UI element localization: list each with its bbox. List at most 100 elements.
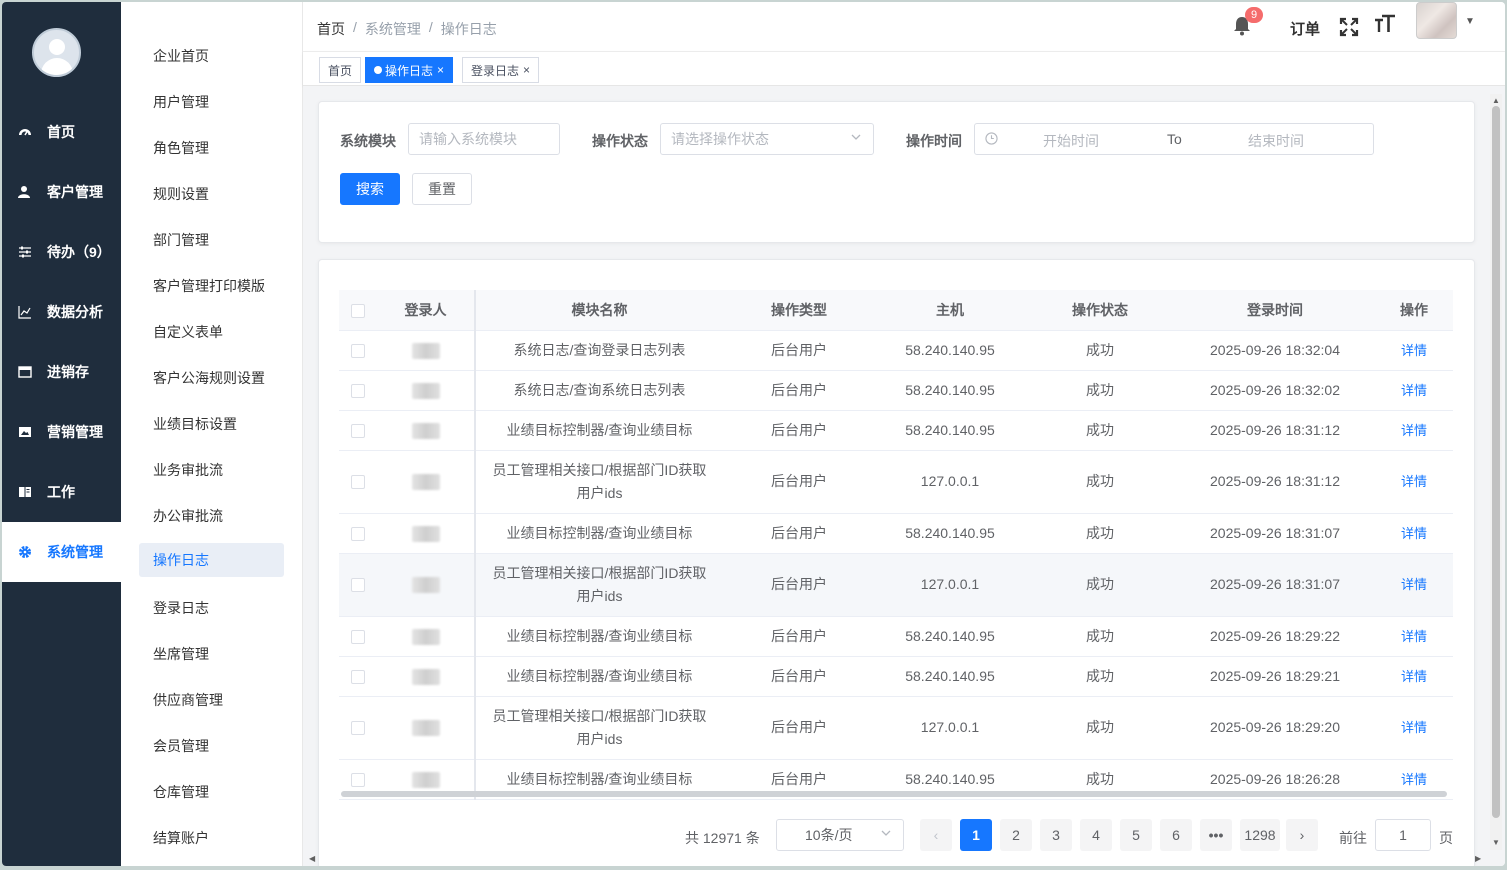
prev-page-button[interactable]: ‹ [920,819,952,851]
row-checkbox[interactable] [351,721,365,736]
row-checkbox[interactable] [351,669,365,684]
column-header: 操作类型 [723,290,875,331]
page-button[interactable]: 6 [1160,819,1192,851]
detail-link[interactable]: 详情 [1401,526,1427,541]
row-checkbox[interactable] [351,526,365,541]
submenu-item[interactable]: 结算账户 [139,821,284,855]
tab-home[interactable]: 首页 [319,57,362,83]
submenu-item[interactable]: 会员管理 [139,729,284,763]
scrollbar-thumb[interactable] [1492,106,1500,818]
submenu-item[interactable]: 规则设置 [139,177,284,211]
cell-host: 58.240.140.95 [875,410,1025,451]
table-horizontal-scrollbar[interactable] [341,791,1447,797]
detail-link[interactable]: 详情 [1401,343,1427,358]
user-avatar[interactable] [1416,2,1457,39]
reset-button[interactable]: 重置 [412,173,472,205]
detail-link[interactable]: 详情 [1401,629,1427,644]
sidebar-item-todo[interactable]: 待办（9） [2,222,121,282]
page-button[interactable]: 1 [960,819,992,851]
detail-link[interactable]: 详情 [1401,669,1427,684]
submenu-item[interactable]: 部门管理 [139,223,284,257]
sidebar-item-customers[interactable]: 客户管理 [2,162,121,222]
order-link[interactable]: 订单 [1290,18,1320,39]
page-button[interactable]: 3 [1040,819,1072,851]
page-button[interactable]: 2 [1000,819,1032,851]
range-separator: To [1167,131,1182,147]
sidebar-item-inventory[interactable]: 进销存 [2,342,121,402]
submenu-item[interactable]: 办公审批流 [139,499,284,533]
more-pages-button[interactable]: ••• [1200,819,1232,851]
table-row: 业绩目标控制器/查询业绩目标 后台用户 58.240.140.95 成功 202… [339,513,1453,554]
row-checkbox[interactable] [351,383,365,398]
sidebar-item-home[interactable]: 首页 [2,102,121,162]
next-page-button[interactable]: › [1286,819,1318,851]
tab-operation-log[interactable]: 操作日志 × [365,57,454,83]
scroll-down-icon[interactable]: ▼ [1492,838,1500,847]
page-button[interactable]: 5 [1120,819,1152,851]
row-checkbox[interactable] [351,343,365,358]
row-checkbox[interactable] [351,578,365,593]
fullscreen-icon[interactable] [1339,17,1359,37]
submenu-item-active[interactable]: 操作日志 [139,543,284,577]
page-button[interactable]: 1298 [1240,819,1280,851]
scroll-right-icon[interactable]: ▶ [1475,854,1481,863]
submenu-item[interactable]: 仓库管理 [139,775,284,809]
submenu-item[interactable]: 角色管理 [139,131,284,165]
sidebar-item-analytics[interactable]: 数据分析 [2,282,121,342]
submenu-item[interactable]: 供应商管理 [139,683,284,717]
page-button[interactable]: 4 [1080,819,1112,851]
start-date-placeholder[interactable]: 开始时间 [1043,131,1099,151]
search-button[interactable]: 搜索 [340,173,400,205]
window-icon [17,364,33,380]
detail-link[interactable]: 详情 [1401,577,1427,592]
goto-page-input[interactable]: 1 [1375,819,1431,851]
cell-time: 2025-09-26 18:31:07 [1175,553,1375,617]
row-checkbox[interactable] [351,423,365,438]
caret-down-icon[interactable]: ▼ [1465,16,1475,27]
tab-login-log[interactable]: 登录日志 × [462,57,540,83]
submenu-item[interactable]: 自定义表单 [139,315,284,349]
sidebar-item-marketing[interactable]: 营销管理 [2,402,121,462]
scroll-left-icon[interactable]: ◀ [309,854,315,863]
cell-host: 127.0.0.1 [875,553,1025,617]
detail-link[interactable]: 详情 [1401,474,1427,489]
notification-bell[interactable]: 9 [1233,7,1263,38]
secondary-sidebar: 企业首页 用户管理 角色管理 规则设置 部门管理 客户管理打印模版 自定义表单 … [121,2,303,866]
horizontal-scrollbar[interactable]: ◀ ▶ [309,854,1489,864]
detail-link[interactable]: 详情 [1401,720,1427,735]
submenu-item[interactable]: 业务审批流 [139,453,284,487]
scroll-up-icon[interactable]: ▲ [1492,96,1500,105]
cell-type: 后台用户 [723,330,875,371]
row-checkbox[interactable] [351,475,365,490]
close-icon[interactable]: × [437,63,444,77]
page-size-select[interactable]: 10条/页 [776,819,904,851]
row-checkbox[interactable] [351,772,365,787]
submenu-item[interactable]: 客户公海规则设置 [139,361,284,395]
detail-link[interactable]: 详情 [1401,383,1427,398]
sidebar-item-work[interactable]: 工作 [2,462,121,522]
select-all-checkbox[interactable] [351,303,365,318]
module-input[interactable]: 请输入系统模块 [408,123,560,155]
vertical-scrollbar[interactable]: ▲ ▼ [1490,94,1502,850]
redacted-user [411,628,440,645]
submenu-item[interactable]: 登录日志 [139,591,284,625]
sidebar-item-system[interactable]: 系统管理 [2,522,121,582]
status-select[interactable]: 请选择操作状态 [660,123,874,155]
row-checkbox[interactable] [351,629,365,644]
submenu-item[interactable]: 企业首页 [139,39,284,73]
close-icon[interactable]: × [523,63,530,77]
column-header: 主机 [875,290,1025,331]
detail-link[interactable]: 详情 [1401,423,1427,438]
submenu-item[interactable]: 用户管理 [139,85,284,119]
end-date-placeholder[interactable]: 结束时间 [1248,131,1304,151]
operation-log-table: 登录人 模块名称 操作类型 主机 操作状态 登录时间 操作 系统日志/查询登录日… [339,290,1453,800]
submenu-item[interactable]: 业绩目标设置 [139,407,284,441]
cell-module: 员工管理相关接口/根据部门ID获取用户ids [475,553,723,617]
avatar[interactable] [32,28,81,77]
submenu-item[interactable]: 坐席管理 [139,637,284,671]
detail-link[interactable]: 详情 [1401,772,1427,787]
breadcrumb-item[interactable]: 首页 [317,19,345,39]
font-size-icon[interactable] [1374,14,1396,40]
date-range-picker[interactable]: 开始时间 To 结束时间 [974,123,1374,155]
submenu-item[interactable]: 客户管理打印模版 [139,269,284,303]
